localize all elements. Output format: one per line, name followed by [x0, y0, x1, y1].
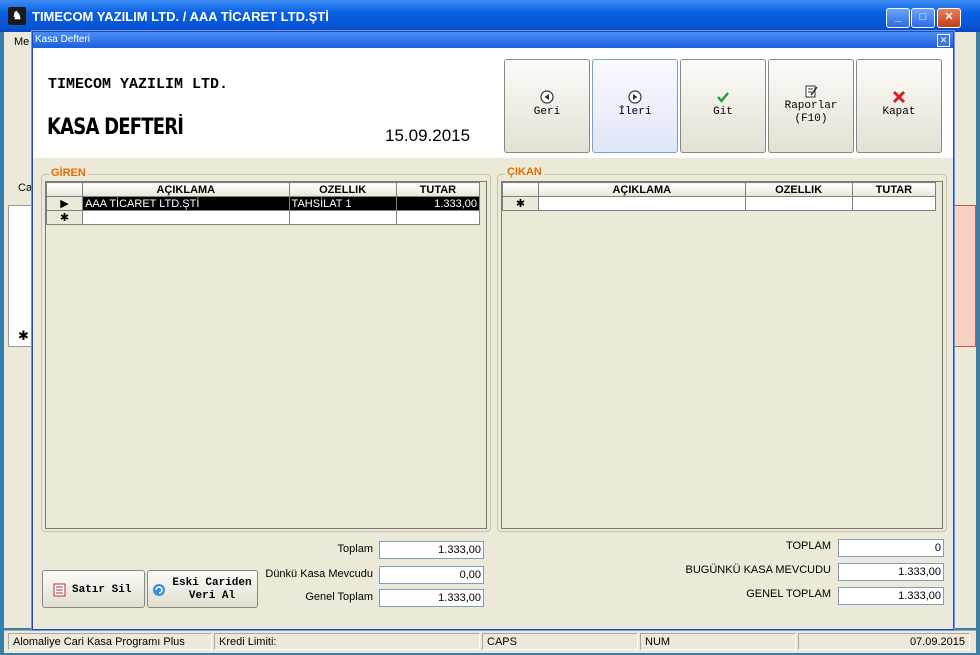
- cikan-genel-field[interactable]: 1.333,00: [838, 587, 944, 605]
- new-row-tutar[interactable]: [395, 210, 481, 225]
- report-edit-icon: [805, 85, 818, 98]
- close-x-icon: [892, 90, 906, 104]
- status-bar: Alomaliye Cari Kasa Programı Plus Kredi …: [4, 630, 976, 653]
- current-row-icon: ▶: [45, 196, 84, 211]
- giren-col-ozellik[interactable]: OZELLIK: [288, 182, 397, 197]
- new-row-icon: ✱: [45, 210, 84, 225]
- status-num: NUM: [640, 633, 796, 650]
- delete-row-button[interactable]: Satır Sil: [42, 570, 145, 608]
- main-window-title: TIMECOM YAZILIM LTD. / AAA TİCARET LTD.Ş…: [32, 9, 329, 24]
- cikan-col-tutar[interactable]: TUTAR: [851, 182, 937, 197]
- cikan-new-ozellik[interactable]: [744, 196, 853, 211]
- giren-row-ozellik[interactable]: TAHSİLAT 1: [288, 196, 397, 211]
- old-data-button[interactable]: Eski Cariden Veri Al: [147, 570, 258, 608]
- old-data-label: Eski Cariden Veri Al: [172, 577, 252, 602]
- bugunku-label: BUGÜNKÜ KASA MEVCUDU: [685, 564, 831, 576]
- status-app: Alomaliye Cari Kasa Programı Plus: [8, 633, 212, 650]
- go-button-label: Git: [713, 106, 733, 118]
- cikan-new-aciklama[interactable]: [538, 196, 746, 211]
- giren-label: GİREN: [49, 167, 88, 179]
- back-button[interactable]: Geri: [504, 59, 590, 153]
- reports-button-label: Raporlar (F10): [784, 100, 838, 125]
- giren-row-tutar[interactable]: 1.333,00: [395, 196, 481, 211]
- dialog-title-bar: Kasa Defteri ✕: [33, 32, 953, 48]
- forward-button[interactable]: İleri: [592, 59, 678, 153]
- giren-col-tutar[interactable]: TUTAR: [395, 182, 481, 197]
- status-credit: Kredi Limiti:: [214, 633, 480, 650]
- new-table-row[interactable]: ✱: [501, 196, 937, 211]
- side-label: Ca: [18, 182, 33, 194]
- go-button[interactable]: Git: [680, 59, 766, 153]
- cikan-grid: AÇIKLAMA OZELLIK TUTAR ✱: [501, 181, 943, 529]
- bugunku-field[interactable]: 1.333,00: [838, 563, 944, 581]
- delete-row-label: Satır Sil: [72, 584, 132, 596]
- forward-button-label: İleri: [618, 106, 652, 118]
- close-button-label: Kapat: [882, 106, 916, 118]
- header-date: 15.09.2015: [385, 126, 471, 145]
- main-title-bar: ♞ TIMECOM YAZILIM LTD. / AAA TİCARET LTD…: [0, 0, 980, 32]
- giren-row-aciklama[interactable]: AAA TİCARET LTD.ŞTİ: [82, 196, 290, 211]
- cikan-new-tutar[interactable]: [851, 196, 937, 211]
- menu-item-first[interactable]: Me: [14, 36, 29, 48]
- cikan-genel-label: GENEL TOPLAM: [746, 588, 831, 600]
- background-grid-right: [952, 205, 976, 347]
- cikan-toplam-field[interactable]: 0: [838, 539, 944, 557]
- forward-arrow-icon: [628, 90, 642, 104]
- dialog-title: Kasa Defteri: [35, 34, 91, 45]
- giren-grid: AÇIKLAMA OZELLIK TUTAR ▶ AAA TİCARET LTD…: [45, 181, 487, 529]
- back-button-label: Geri: [533, 106, 561, 118]
- table-row[interactable]: ▶ AAA TİCARET LTD.ŞTİ TAHSİLAT 1 1.333,0…: [45, 196, 481, 211]
- back-arrow-icon: [540, 90, 554, 104]
- genel-toplam-field[interactable]: 1.333,00: [379, 589, 484, 607]
- page-title: KASA DEFTERİ: [47, 115, 184, 140]
- new-table-row[interactable]: ✱: [45, 210, 481, 225]
- cikan-label: ÇIKAN: [505, 166, 544, 178]
- giren-col-aciklama[interactable]: AÇIKLAMA: [82, 182, 290, 197]
- new-row-ozellik[interactable]: [288, 210, 397, 225]
- minimize-icon[interactable]: _: [886, 8, 910, 28]
- app-logo-icon: ♞: [8, 7, 26, 25]
- maximize-icon[interactable]: □: [911, 8, 935, 28]
- toplam-field[interactable]: 1.333,00: [379, 541, 484, 559]
- giren-corner: [45, 182, 84, 197]
- new-row-icon: ✱: [501, 196, 540, 211]
- toplam-label: Toplam: [337, 543, 373, 555]
- cikan-col-ozellik[interactable]: OZELLIK: [744, 182, 853, 197]
- close-icon[interactable]: ✕: [937, 8, 961, 28]
- status-date: 07.09.2015: [798, 633, 970, 650]
- background-new-row-marker: ✱: [18, 328, 29, 343]
- refresh-icon: [153, 584, 165, 596]
- close-button[interactable]: Kapat: [856, 59, 942, 153]
- kasa-defteri-dialog: Kasa Defteri ✕ TIMECOM YAZILIM LTD. KASA…: [32, 31, 954, 630]
- genel-toplam-label: Genel Toplam: [305, 591, 373, 603]
- company-name: TIMECOM YAZILIM LTD.: [48, 76, 229, 93]
- dialog-close-icon[interactable]: ✕: [937, 34, 950, 47]
- status-caps: CAPS: [482, 633, 638, 650]
- new-row-aciklama[interactable]: [82, 210, 290, 225]
- reports-button[interactable]: Raporlar (F10): [768, 59, 854, 153]
- delete-row-icon: [53, 583, 66, 597]
- cikan-col-aciklama[interactable]: AÇIKLAMA: [538, 182, 746, 197]
- cikan-corner: [501, 182, 540, 197]
- checkmark-icon: [717, 92, 729, 103]
- cikan-toplam-label: TOPLAM: [785, 540, 831, 552]
- dunku-field[interactable]: 0,00: [379, 566, 484, 584]
